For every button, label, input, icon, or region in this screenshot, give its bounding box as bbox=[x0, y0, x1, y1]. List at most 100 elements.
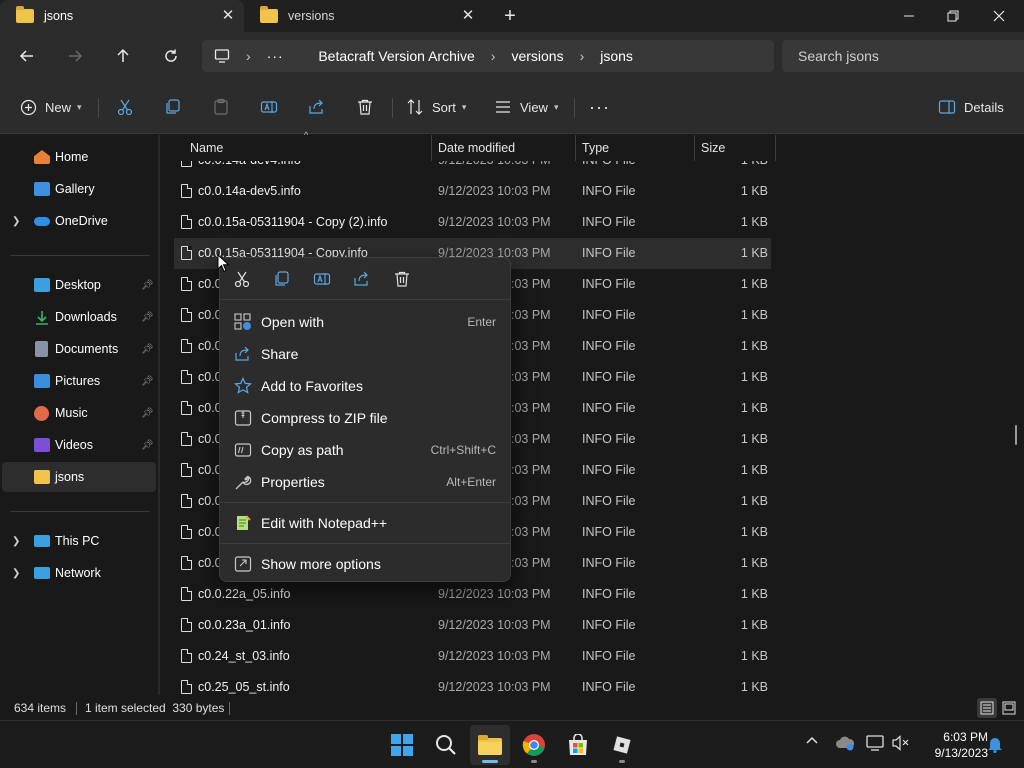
sidebar-item-pictures[interactable]: Pictures 📌︎ bbox=[0, 366, 156, 396]
notifications-button[interactable] bbox=[987, 735, 1003, 753]
pin-icon[interactable]: 📌︎ bbox=[141, 344, 154, 355]
search-input[interactable]: Search jsons bbox=[782, 40, 1024, 72]
rename-button[interactable] bbox=[260, 95, 278, 119]
clock[interactable]: 6:03 PM 9/13/2023 bbox=[918, 729, 988, 761]
breadcrumb-overflow[interactable]: ··· bbox=[267, 48, 284, 64]
sort-button[interactable]: Sort ▾ bbox=[406, 95, 466, 119]
file-name: c0.0.22a_05.info bbox=[198, 587, 291, 601]
breadcrumb-jsons[interactable]: jsons bbox=[600, 48, 633, 64]
column-size[interactable]: Size bbox=[695, 135, 776, 161]
sidebar-item-home[interactable]: Home bbox=[0, 142, 156, 172]
refresh-button[interactable] bbox=[159, 44, 183, 68]
sidebar-item-network[interactable]: ❯ Network bbox=[0, 558, 156, 588]
rename-icon bbox=[313, 273, 331, 285]
sidebar-item-onedrive[interactable]: ❯ OneDrive bbox=[0, 206, 156, 236]
cut-button[interactable] bbox=[116, 95, 134, 119]
item-count: 634 items bbox=[14, 701, 67, 715]
search-button[interactable] bbox=[426, 725, 466, 765]
column-date-modified[interactable]: Date modified bbox=[432, 135, 576, 161]
chrome-app[interactable] bbox=[514, 725, 554, 765]
table-row[interactable]: c0.0.14a-dev4.info 9/12/2023 10:03 PM INFO… bbox=[174, 161, 771, 176]
roblox-icon bbox=[613, 736, 631, 754]
vertical-scrollbar[interactable] bbox=[1015, 425, 1017, 445]
minimize-button[interactable] bbox=[886, 0, 932, 32]
close-icon[interactable]: ✕ bbox=[460, 8, 476, 24]
close-window-button[interactable] bbox=[976, 0, 1022, 32]
chevron-right-icon[interactable]: ❯ bbox=[12, 536, 20, 547]
onedrive-tray[interactable] bbox=[835, 735, 855, 751]
file-explorer-app[interactable] bbox=[470, 725, 510, 765]
sidebar-item-gallery[interactable]: Gallery bbox=[0, 174, 156, 204]
breadcrumb[interactable]: › ··· › Betacraft Version Archive › vers… bbox=[202, 40, 774, 72]
context-properties[interactable]: Properties Alt+Enter bbox=[224, 466, 506, 498]
table-row[interactable]: c0.0.22a_05.info 9/12/2023 10:03 PM INFO F… bbox=[174, 579, 771, 610]
sidebar-scrollbar[interactable] bbox=[158, 135, 160, 695]
sidebar-item-jsons[interactable]: jsons bbox=[2, 462, 156, 492]
context-compress-zip[interactable]: Compress to ZIP file bbox=[224, 402, 506, 434]
view-button[interactable]: View ▾ bbox=[494, 95, 558, 119]
sidebar-item-desktop[interactable]: Desktop 📌︎ bbox=[0, 270, 156, 300]
display-tray[interactable] bbox=[866, 735, 884, 751]
breadcrumb-betacraft[interactable]: Betacraft Version Archive bbox=[318, 48, 474, 64]
table-row[interactable]: c0.25_05_st.info 9/12/2023 10:03 PM INFO F… bbox=[174, 672, 771, 696]
up-button[interactable] bbox=[111, 44, 135, 68]
tab-jsons[interactable]: jsons ✕ bbox=[0, 0, 244, 32]
details-button[interactable]: Details bbox=[938, 95, 1004, 119]
close-icon[interactable]: ✕ bbox=[220, 8, 236, 24]
table-row[interactable]: c0.0.23a_01.info 9/12/2023 10:03 PM INFO F… bbox=[174, 610, 771, 641]
volume-tray[interactable] bbox=[892, 735, 910, 751]
tab-versions[interactable]: versions ✕ bbox=[244, 0, 484, 32]
sidebar-item-downloads[interactable]: Downloads 📌︎ bbox=[0, 302, 156, 332]
chevron-right-icon[interactable]: ❯ bbox=[12, 568, 20, 579]
pin-icon[interactable]: 📌︎ bbox=[141, 280, 154, 291]
paste-button[interactable] bbox=[212, 95, 230, 119]
pin-icon[interactable]: 📌︎ bbox=[141, 376, 154, 387]
more-button[interactable]: ··· bbox=[589, 95, 610, 119]
chevron-right-icon[interactable]: › bbox=[580, 48, 585, 64]
sidebar-item-videos[interactable]: Videos 📌︎ bbox=[0, 430, 156, 460]
new-button[interactable]: New ▾ bbox=[20, 95, 82, 119]
column-type[interactable]: Type bbox=[576, 135, 695, 161]
context-copy-button[interactable] bbox=[270, 268, 294, 290]
chevron-right-icon[interactable]: ❯ bbox=[12, 216, 20, 227]
forward-button[interactable] bbox=[63, 44, 87, 68]
restore-button[interactable] bbox=[930, 0, 976, 32]
table-row[interactable]: c0.0.14a-dev5.info 9/12/2023 10:03 PM INFO… bbox=[174, 176, 771, 207]
table-row[interactable]: c0.24_st_03.info 9/12/2023 10:03 PM INFO F… bbox=[174, 641, 771, 672]
context-add-to-favorites[interactable]: Add to Favorites bbox=[224, 370, 506, 402]
context-edit-notepadpp[interactable]: Edit with Notepad++ bbox=[224, 507, 506, 539]
new-tab-button[interactable]: + bbox=[500, 6, 520, 26]
chevron-right-icon[interactable]: › bbox=[246, 48, 251, 64]
file-type: INFO File bbox=[582, 161, 635, 176]
breadcrumb-versions[interactable]: versions bbox=[511, 48, 563, 64]
details-view-toggle[interactable] bbox=[977, 698, 997, 718]
context-copy-as-path[interactable]: Copy as path Ctrl+Shift+C bbox=[224, 434, 506, 466]
roblox-app[interactable] bbox=[602, 725, 642, 765]
back-button[interactable] bbox=[15, 44, 39, 68]
sidebar-item-music[interactable]: Music 📌︎ bbox=[0, 398, 156, 428]
pin-icon[interactable]: 📌︎ bbox=[141, 312, 154, 323]
table-row[interactable]: c0.0.15a-05311904 - Copy (2).info 9/12/20… bbox=[174, 207, 771, 238]
context-rename-button[interactable] bbox=[310, 268, 334, 290]
file-size: 1 KB bbox=[740, 463, 768, 477]
tiles-view-toggle[interactable] bbox=[999, 698, 1019, 718]
tray-overflow-button[interactable] bbox=[805, 735, 819, 745]
copy-button[interactable] bbox=[164, 95, 182, 119]
pin-icon[interactable]: 📌︎ bbox=[141, 408, 154, 419]
context-delete-button[interactable] bbox=[390, 268, 414, 290]
context-share[interactable]: Share bbox=[224, 338, 506, 370]
delete-button[interactable] bbox=[356, 95, 374, 119]
pin-icon[interactable]: 📌︎ bbox=[141, 440, 154, 451]
context-cut-button[interactable] bbox=[230, 268, 254, 290]
chevron-right-icon[interactable]: › bbox=[491, 48, 496, 64]
sidebar-item-this-pc[interactable]: ❯ This PC bbox=[0, 526, 156, 556]
context-open-with[interactable]: Open with Enter bbox=[224, 306, 506, 338]
store-app[interactable] bbox=[558, 725, 598, 765]
windows-logo-icon bbox=[391, 734, 413, 756]
monitor-icon[interactable] bbox=[214, 48, 230, 64]
sidebar-item-documents[interactable]: Documents 📌︎ bbox=[0, 334, 156, 364]
start-button[interactable] bbox=[382, 725, 422, 765]
context-share-button[interactable] bbox=[350, 268, 374, 290]
share-button[interactable] bbox=[308, 95, 326, 119]
context-show-more-options[interactable]: Show more options bbox=[224, 548, 506, 580]
